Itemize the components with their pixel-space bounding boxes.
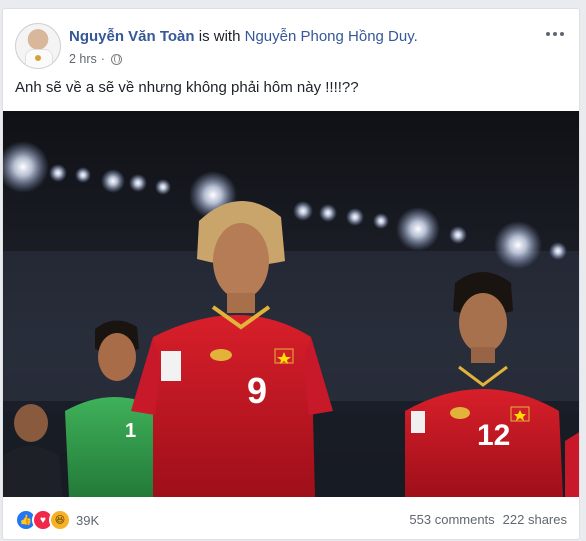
author-avatar[interactable] [15,23,61,69]
author-line: Nguyễn Văn Toàn is with Nguyễn Phong Hồn… [69,28,418,45]
meta-separator: · [100,52,105,66]
author-name[interactable]: Nguyễn Văn Toàn [69,28,195,45]
post-text: Anh sẽ về a sẽ về nhưng không phải hôm n… [15,79,359,96]
reactions-summary[interactable]: 👍 ♥ 😆 39K [15,509,99,531]
haha-icon[interactable]: 😆 [49,509,71,531]
globe-icon[interactable] [110,53,122,65]
facebook-post: Nguyễn Văn Toàn is with Nguyễn Phong Hồn… [2,8,580,540]
post-photo[interactable]: 1 9 12 [3,111,579,497]
post-time[interactable]: 2 hrs [69,52,97,66]
keeper-number: 1 [125,420,136,442]
reaction-count[interactable]: 39K [76,513,99,528]
more-options-icon[interactable] [543,27,567,41]
tagged-person[interactable]: Nguyễn Phong Hồng Duy. [245,28,418,45]
post-meta: 2 hrs · [69,52,122,66]
comments-count[interactable]: 553 comments [409,512,494,527]
post-header: Nguyễn Văn Toàn is with Nguyễn Phong Hồn… [15,23,567,71]
shares-count[interactable]: 222 shares [503,512,567,527]
floodlights [3,141,567,269]
right-player-number: 12 [477,419,510,452]
main-player-9: 9 [131,200,333,497]
with-text: is with [198,28,241,45]
photo-illustration: 1 9 12 [3,141,579,497]
post-stats: 553 comments 222 shares [409,512,567,527]
main-player-number: 9 [247,370,267,411]
